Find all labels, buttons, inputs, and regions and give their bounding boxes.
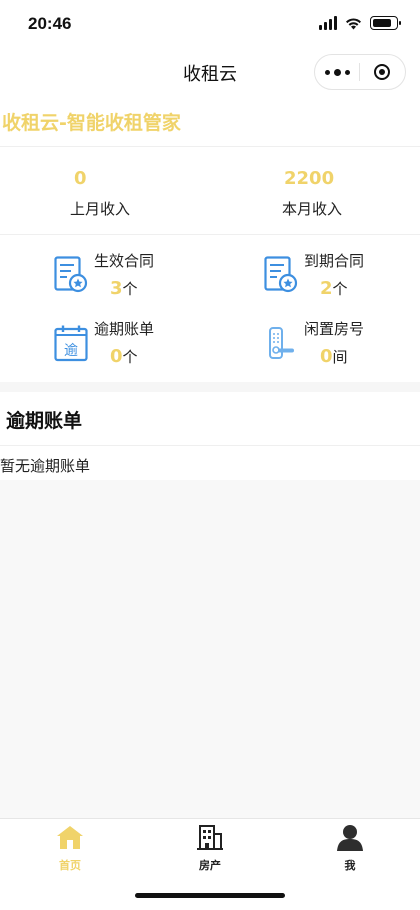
home-icon [57, 826, 83, 849]
svg-text:逾: 逾 [64, 343, 78, 359]
empty-state-text: 暂无逾期账单 [0, 457, 91, 475]
income-last-month[interactable]: 0 上月收入 [70, 168, 280, 219]
divider [0, 234, 420, 235]
nav-bar: 收租云 [0, 48, 420, 98]
home-indicator[interactable] [135, 893, 285, 898]
door-lock-icon [269, 327, 294, 359]
income-this-month[interactable]: 2200 本月收入 [282, 168, 420, 219]
stat-label: 生效合同 [94, 252, 155, 270]
signal-icon [319, 16, 337, 30]
stat-value: 0个 [110, 346, 138, 367]
brand-slogan: 收租云-智能收租管家 [2, 112, 181, 134]
divider [0, 146, 420, 147]
stat-value: 3个 [110, 278, 138, 299]
stat-expiring-contracts[interactable]: 到期合同 2个 [264, 250, 420, 304]
overdue-section-title: 逾期账单 [6, 410, 83, 432]
divider [0, 445, 420, 446]
stat-value: 2个 [320, 278, 348, 299]
stat-overdue-bills[interactable]: 逾 逾期账单 0个 [54, 318, 254, 372]
contract-icon [54, 256, 88, 293]
stat-label: 到期合同 [304, 252, 365, 270]
income-value: 0 [74, 168, 87, 189]
status-time: 20:46 [28, 14, 72, 33]
tab-label: 房产 [199, 859, 221, 872]
stat-label: 逾期账单 [94, 320, 155, 338]
tab-home[interactable]: 首页 [0, 823, 140, 873]
stat-active-contracts[interactable]: 生效合同 3个 [54, 250, 254, 304]
tab-me[interactable]: 我 [280, 823, 420, 873]
income-label: 上月收入 [70, 200, 131, 218]
income-value: 2200 [284, 168, 335, 189]
more-icon[interactable] [315, 55, 359, 89]
content-background [0, 480, 420, 818]
stat-label: 闲置房号 [304, 320, 365, 338]
user-icon [337, 825, 363, 851]
tab-property[interactable]: 房产 [140, 823, 280, 873]
status-icons [319, 16, 401, 30]
tab-label: 我 [344, 859, 356, 872]
stat-vacant-rooms[interactable]: 闲置房号 0间 [264, 318, 420, 372]
mini-program-capsule [314, 54, 406, 90]
section-separator [0, 382, 420, 392]
status-bar: 20:46 [0, 0, 420, 48]
app-screen: 20:46 收租云 收租云-智能收租管家 0 上月收入 2200 本月收入 生效… [0, 0, 420, 910]
close-icon[interactable] [360, 55, 404, 89]
income-label: 本月收入 [282, 200, 343, 218]
building-icon [197, 825, 223, 850]
battery-icon [370, 16, 401, 30]
wifi-icon [346, 17, 361, 29]
stat-value: 0间 [320, 346, 348, 367]
tab-label: 首页 [59, 859, 81, 872]
calendar-bill-icon: 逾 [54, 325, 88, 362]
contract-icon [264, 256, 298, 293]
